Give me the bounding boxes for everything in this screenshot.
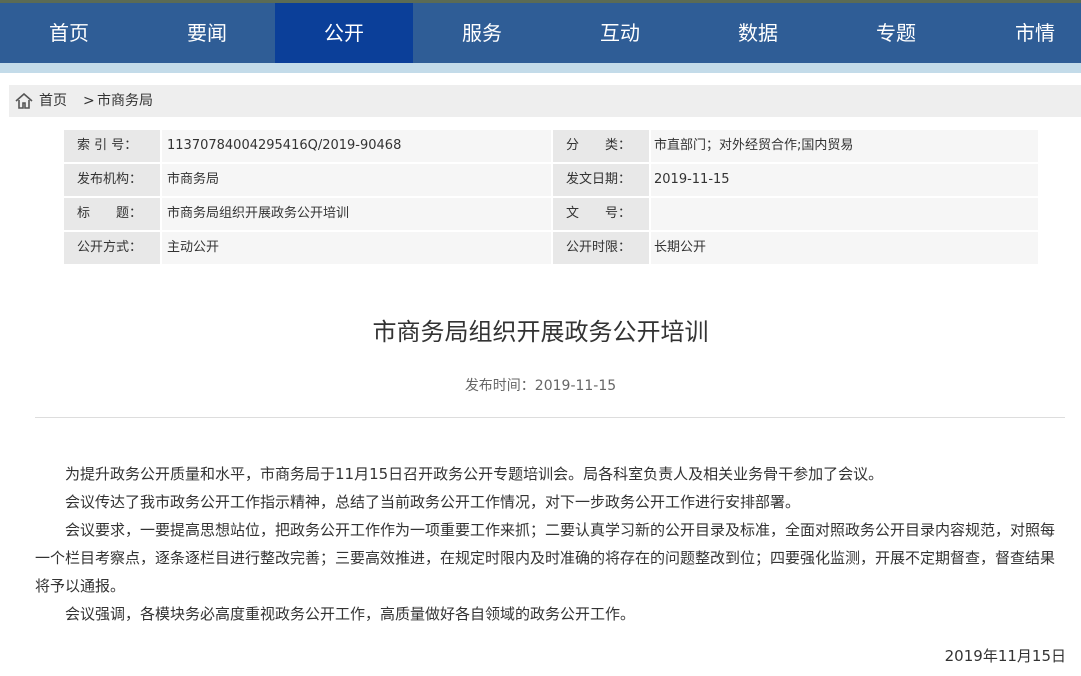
article-body: 为提升政务公开质量和水平，市商务局于11月15日召开政务公开专题培训会。局各科室…	[35, 460, 1065, 628]
date-label: 发文日期：	[553, 164, 649, 196]
org-label: 发布机构：	[64, 164, 160, 196]
date-value: 2019-11-15	[651, 164, 1038, 196]
article-paragraph: 为提升政务公开质量和水平，市商务局于11月15日召开政务公开专题培训会。局各科室…	[65, 465, 884, 483]
document-metadata-table: 索 引 号： 11370784004295416Q/2019-90468 分 类…	[64, 130, 1038, 266]
nav-item-service[interactable]: 服务	[413, 3, 551, 63]
doc-number-value	[651, 198, 1038, 230]
org-value: 市商务局	[162, 164, 551, 196]
breadcrumb-separator: >	[83, 93, 95, 109]
signature-date: 2019年11月15日	[944, 647, 1066, 665]
breadcrumb-current[interactable]: 市商务局	[97, 85, 153, 117]
meta-row: 公开方式： 主动公开 公开时限： 长期公开	[64, 232, 1038, 266]
index-value: 11370784004295416Q/2019-90468	[162, 130, 551, 162]
meta-row: 标 题： 市商务局组织开展政务公开培训 文 号：	[64, 198, 1038, 232]
nav-item-data[interactable]: 数据	[689, 3, 827, 63]
nav-item-home[interactable]: 首页	[0, 3, 138, 63]
top-nav: 首页 要闻 公开 服务 互动 数据 专题 市情	[0, 0, 1081, 63]
nav-item-city[interactable]: 市情	[965, 3, 1081, 63]
mode-label: 公开方式：	[64, 232, 160, 264]
period-label: 公开时限：	[553, 232, 649, 264]
article-paragraph: 会议强调，各模块务必高度重视政务公开工作，高质量做好各自领域的政务公开工作。	[65, 605, 636, 623]
category-label: 分 类：	[553, 130, 649, 162]
category-value: 市直部门；对外经贸合作;国内贸易	[651, 130, 1038, 162]
home-icon	[15, 93, 33, 109]
title-label: 标 题：	[64, 198, 160, 230]
breadcrumb-home-link[interactable]: 首页	[39, 85, 67, 117]
article-paragraph: 会议要求，一要提高思想站位，把政务公开工作作为一项重要工作来抓；二要认真学习新的…	[35, 521, 1056, 595]
nav-item-topics[interactable]: 专题	[827, 3, 965, 63]
title-value: 市商务局组织开展政务公开培训	[162, 198, 551, 230]
nav-item-open[interactable]: 公开	[275, 3, 413, 63]
doc-number-label: 文 号：	[553, 198, 649, 230]
meta-row: 索 引 号： 11370784004295416Q/2019-90468 分 类…	[64, 130, 1038, 164]
article-title: 市商务局组织开展政务公开培训	[372, 318, 709, 346]
divider	[35, 417, 1065, 418]
meta-row: 发布机构： 市商务局 发文日期： 2019-11-15	[64, 164, 1038, 198]
index-label: 索 引 号：	[64, 130, 160, 162]
nav-item-news[interactable]: 要闻	[138, 3, 276, 63]
mode-value: 主动公开	[162, 232, 551, 264]
breadcrumb: 首页 > 市商务局	[9, 85, 1081, 117]
nav-strip	[0, 63, 1081, 73]
article-paragraph: 会议传达了我市政务公开工作指示精神，总结了当前政务公开工作情况，对下一步政务公开…	[65, 493, 801, 511]
period-value: 长期公开	[651, 232, 1038, 264]
publish-time: 发布时间：2019-11-15	[464, 378, 617, 394]
nav-item-interact[interactable]: 互动	[551, 3, 689, 63]
